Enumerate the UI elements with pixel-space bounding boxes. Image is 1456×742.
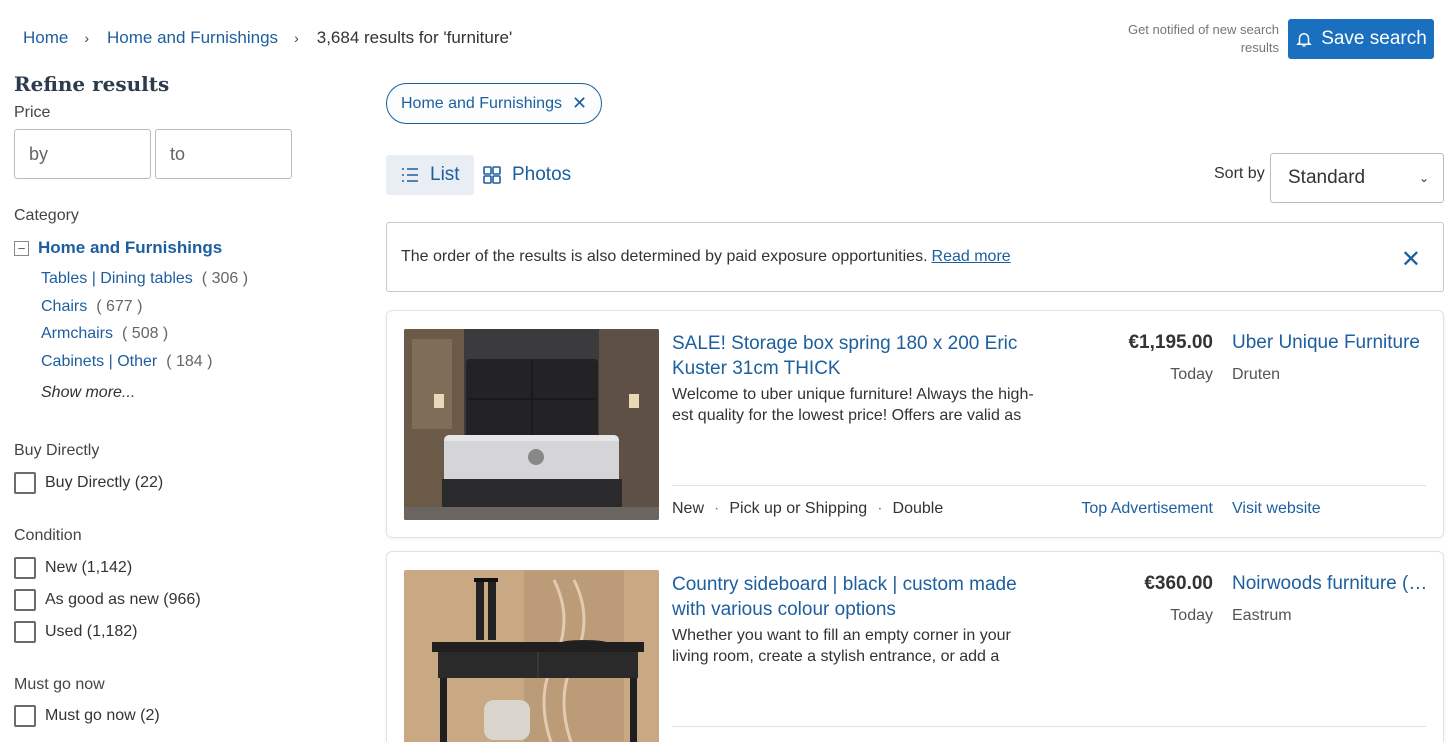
collapse-icon[interactable]: −: [14, 240, 29, 256]
must-go-label: Must go now: [14, 676, 105, 693]
subcategory-count: ( 508 ): [122, 325, 169, 342]
condition-option-used[interactable]: Used (1,182): [14, 621, 138, 643]
checkbox-label: New (1,142): [45, 559, 133, 576]
notify-text: Get notified of new search results: [1127, 22, 1279, 55]
read-more-link[interactable]: Read more: [932, 248, 1011, 266]
checkbox[interactable]: [14, 557, 36, 579]
sort-select[interactable]: Standard ⌄: [1270, 153, 1444, 203]
condition-label: Condition: [14, 527, 82, 544]
sort-label: Sort by: [1214, 165, 1265, 182]
category-root[interactable]: − Home and Furnishings: [14, 238, 222, 258]
buy-directly-option[interactable]: Buy Directly (22): [14, 472, 163, 494]
listing-date: Today: [1170, 607, 1213, 624]
breadcrumb-home[interactable]: Home: [23, 28, 68, 48]
checkbox-label: Buy Directly (22): [45, 474, 164, 491]
must-go-option[interactable]: Must go now (2): [14, 705, 160, 727]
subcategory-count: ( 677 ): [96, 297, 143, 315]
visit-website-link[interactable]: Visit website: [1232, 500, 1321, 518]
dot-separator: ·: [877, 500, 883, 517]
subcategory-list: Tables | Dining tables ( 306 ) Chairs ( …: [41, 270, 248, 380]
dot-separator: ·: [714, 500, 720, 517]
sort-selected: Standard: [1288, 167, 1366, 188]
subcategory-count: ( 184 ): [166, 352, 213, 370]
listing-image[interactable]: [404, 329, 659, 520]
listing-title[interactable]: Country sideboard | black | custom made …: [672, 572, 1032, 622]
subcategory-name: Chairs: [41, 297, 88, 315]
subcategory-item[interactable]: Cabinets | Other ( 184 ): [41, 353, 248, 381]
breadcrumb: Home › Home and Furnishings › 3,684 resu…: [23, 28, 512, 48]
subcategory-name: Tables | Dining tables: [41, 270, 193, 287]
listing-price: €1,195.00: [1128, 332, 1213, 353]
chevron-right-icon: ›: [294, 30, 299, 46]
listing-price: €360.00: [1144, 573, 1213, 594]
listing-title[interactable]: SALE! Storage box spring 180 x 200 Eric …: [672, 331, 1032, 381]
save-search-label: Save search: [1321, 28, 1427, 49]
checkbox-label: Must go now (2): [45, 707, 160, 724]
checkbox[interactable]: [14, 621, 36, 643]
chevron-down-icon: ⌄: [1418, 171, 1429, 185]
chip-label: Home and Furnishings: [401, 94, 562, 112]
close-icon[interactable]: ✕: [1401, 245, 1421, 274]
checkbox[interactable]: [14, 589, 36, 611]
attr-size: Double: [892, 500, 944, 517]
subcategory-item[interactable]: Armchairs ( 508 ): [41, 325, 248, 353]
listing-attributes: New · Pick up or Shipping · Double: [672, 500, 943, 518]
close-icon[interactable]: ✕: [572, 93, 587, 114]
view-photos-button[interactable]: Photos: [468, 155, 585, 195]
active-filter-chip[interactable]: Home and Furnishings ✕: [386, 83, 603, 124]
view-list-label: List: [430, 164, 460, 185]
condition-option-new[interactable]: New (1,142): [14, 557, 132, 579]
category-root-label: Home and Furnishings: [38, 238, 223, 257]
list-icon: [402, 168, 418, 182]
save-search-button[interactable]: Save search: [1288, 19, 1434, 59]
show-more-link[interactable]: Show more...: [41, 384, 135, 402]
subcategory-name: Armchairs: [41, 325, 114, 342]
results-count: 3,684 results for 'furniture': [316, 28, 513, 47]
view-list-button[interactable]: List: [386, 155, 474, 195]
attr-condition: New: [672, 500, 705, 517]
attr-delivery: Pick up or Shipping: [729, 500, 868, 517]
checkbox-label: Used (1,182): [45, 623, 138, 640]
chevron-right-icon: ›: [84, 30, 90, 46]
top-ad-badge: Top Advertisement: [1081, 500, 1213, 517]
checkbox[interactable]: [14, 705, 36, 727]
listing-date: Today: [1170, 366, 1213, 383]
condition-option-as-good-as-new[interactable]: As good as new (966): [14, 589, 201, 611]
listing-description: Whether you want to fill an empty corner…: [672, 627, 1011, 665]
listing-description: Welcome to uber unique furniture! Always…: [672, 386, 1034, 424]
breadcrumb-home-furnishings[interactable]: Home and Furnishings: [107, 28, 278, 48]
checkbox[interactable]: [14, 472, 36, 494]
refine-title: Refine results: [14, 72, 170, 96]
checkbox-label: As good as new (966): [45, 591, 201, 608]
divider: [672, 485, 1426, 486]
category-label: Category: [14, 207, 79, 224]
divider: [672, 726, 1426, 727]
listing-image[interactable]: [404, 570, 659, 742]
price-to-input[interactable]: [155, 129, 292, 179]
listing-card[interactable]: SALE! Storage box spring 180 x 200 Eric …: [386, 310, 1444, 538]
price-from-input[interactable]: [14, 129, 151, 179]
seller-city: Eastrum: [1232, 607, 1292, 624]
seller-name[interactable]: Uber Unique Furniture: [1232, 332, 1432, 354]
subcategory-item[interactable]: Tables | Dining tables ( 306 ): [41, 270, 248, 298]
price-label: Price: [14, 104, 51, 121]
grid-icon: [483, 166, 501, 184]
seller-name[interactable]: Noirwoods furniture (…: [1232, 573, 1432, 595]
bell-icon: [1296, 33, 1312, 47]
view-photos-label: Photos: [512, 164, 572, 185]
subcategory-name: Cabinets | Other: [41, 352, 158, 370]
notice-text: The order of the results is also determi…: [401, 248, 928, 265]
seller-city: Druten: [1232, 366, 1281, 383]
subcategory-item[interactable]: Chairs ( 677 ): [41, 298, 248, 326]
paid-exposure-notice: The order of the results is also determi…: [386, 222, 1444, 292]
listing-card[interactable]: Country sideboard | black | custom made …: [386, 551, 1444, 742]
subcategory-count: ( 306 ): [201, 270, 249, 287]
buy-directly-label: Buy Directly: [14, 442, 100, 459]
